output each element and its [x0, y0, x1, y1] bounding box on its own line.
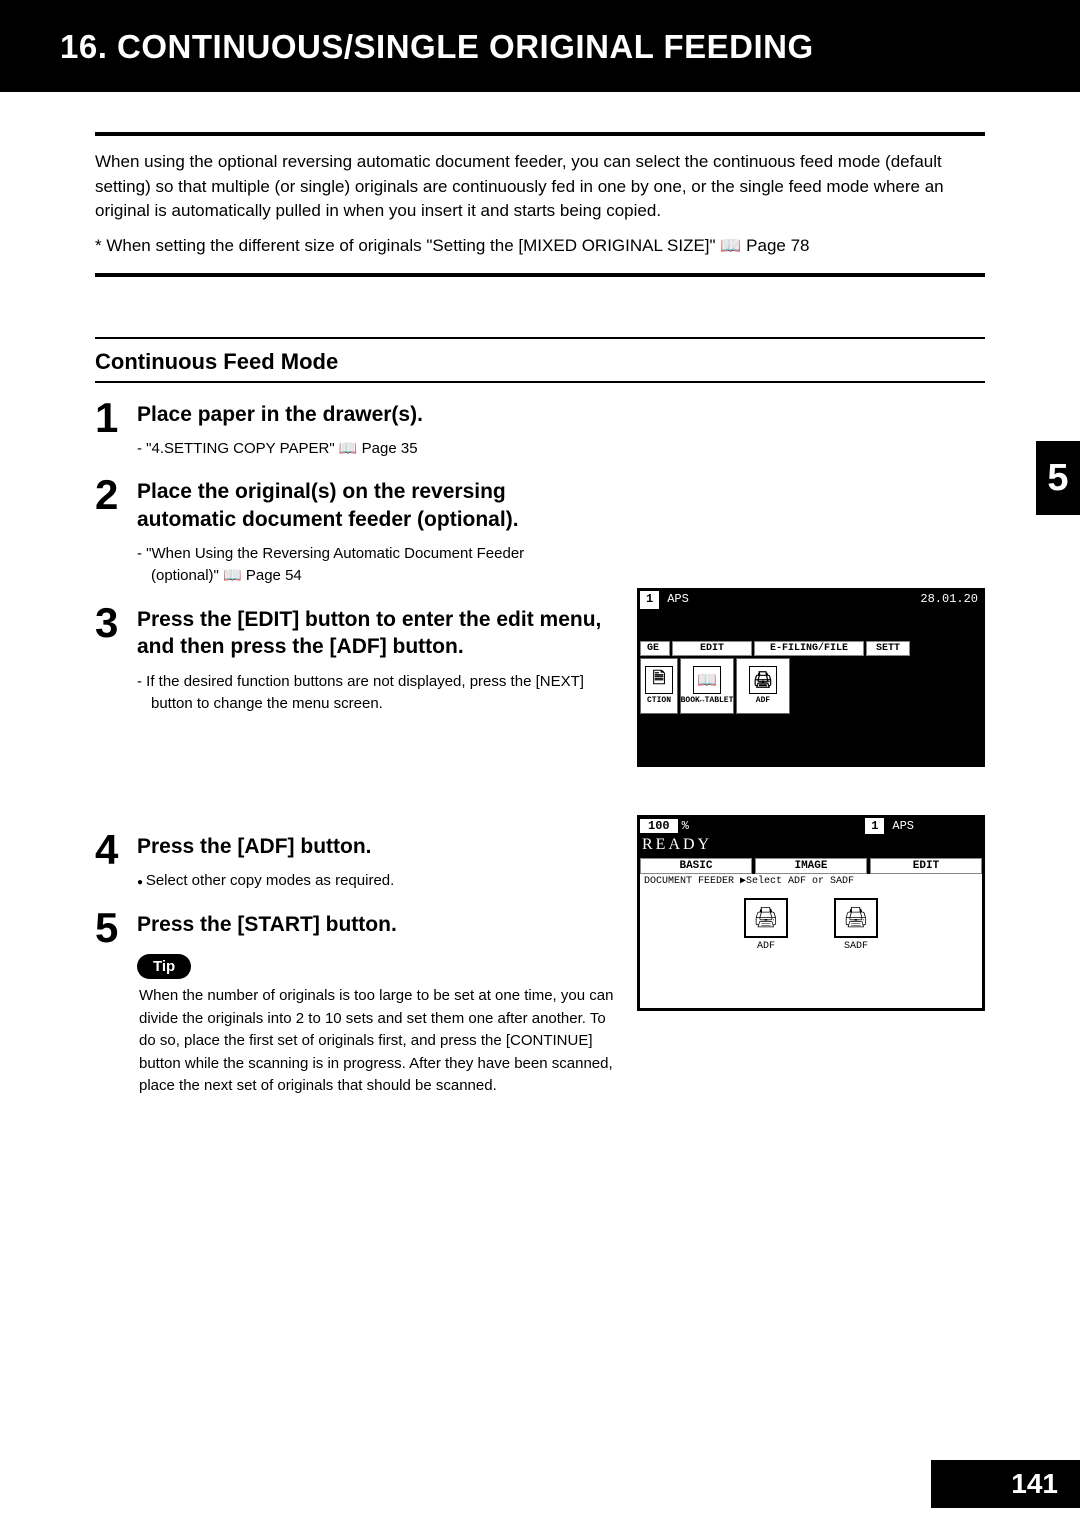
step-number: 4	[95, 829, 127, 871]
step-title: Press the [EDIT] button to enter the edi…	[137, 602, 619, 661]
sadf-icon: 🖨	[834, 898, 878, 938]
lcd-button-label: ADF	[757, 941, 775, 952]
lcd-button: 🖨 ADF	[736, 658, 790, 714]
lcd-badge: 1	[640, 591, 659, 609]
page-number: 141	[931, 1460, 1080, 1508]
step-title: Place paper in the drawer(s).	[137, 397, 985, 428]
section-heading: Continuous Feed Mode	[95, 337, 985, 383]
lcd-percent: 100	[640, 819, 678, 833]
step-number: 2	[95, 474, 127, 516]
tip-text: When the number of originals is too larg…	[139, 985, 619, 1098]
lcd-button-label: ADF	[756, 696, 770, 705]
step-title: Press the [ADF] button.	[137, 829, 619, 860]
step-number: 3	[95, 602, 127, 644]
lcd-button-label: CTION	[647, 696, 671, 705]
step-number: 1	[95, 397, 127, 439]
step-subtext: If the desired function buttons are not …	[151, 671, 619, 716]
step-subtext: "4.SETTING COPY PAPER" 📖 Page 35	[151, 438, 985, 461]
lcd-aps: APS	[663, 591, 693, 609]
lcd-ready: READY	[642, 836, 982, 854]
note-text: * When setting the different size of ori…	[95, 234, 985, 259]
step-subtext: Select other copy modes as required.	[151, 870, 619, 893]
lcd-tab: E-FILING/FILE	[754, 641, 864, 656]
lcd-tab: SETT	[866, 641, 910, 656]
step-2: 2 Place the original(s) on the reversing…	[95, 474, 985, 588]
lcd-adf-button: 🖨 ADF	[736, 898, 796, 952]
step-5: 5 Press the [START] button. Tip When the…	[95, 907, 619, 1098]
doc-icon: 🗎	[645, 666, 673, 694]
lcd-badge: 1	[865, 818, 884, 834]
lcd-sadf-button: 🖨 SADF	[826, 898, 886, 952]
step-title: Press the [START] button.	[137, 907, 619, 938]
page-content: When using the optional reversing automa…	[0, 92, 1080, 1098]
divider	[95, 132, 985, 136]
lcd-tab: BASIC	[640, 858, 752, 874]
lcd-tab: EDIT	[870, 858, 982, 874]
lcd-date: 28.01.20	[916, 591, 982, 609]
lcd-button-label: BOOK↔TABLET	[681, 696, 734, 705]
step-4: 4 Press the [ADF] button. Select other c…	[95, 829, 619, 893]
lcd-aps: APS	[888, 818, 918, 834]
step-1: 1 Place paper in the drawer(s). "4.SETTI…	[95, 397, 985, 461]
step-title: Place the original(s) on the reversing a…	[137, 474, 557, 533]
adf-icon: 🖨	[749, 666, 777, 694]
book-tablet-icon: 📖	[693, 666, 721, 694]
lcd-screenshot-1: 1 APS 28.01.20 GE EDIT E-FILING/FILE SET…	[637, 588, 985, 767]
lcd-tab: IMAGE	[755, 858, 867, 874]
tip-badge: Tip	[137, 954, 191, 979]
lcd-button-label: SADF	[844, 941, 868, 952]
page-title: 16. CONTINUOUS/SINGLE ORIGINAL FEEDING	[60, 28, 1020, 66]
lcd-status-line: DOCUMENT FEEDER ▶Select ADF or SADF	[640, 874, 982, 888]
lcd-button: 📖 BOOK↔TABLET	[680, 658, 734, 714]
lcd-percent-symbol: %	[682, 819, 689, 833]
chapter-tab: 5	[1036, 441, 1080, 515]
lcd-screenshot-2: 100 % 1 APS READY BASIC IMAGE EDIT DOCUM…	[637, 815, 985, 1011]
intro-text: When using the optional reversing automa…	[95, 150, 985, 224]
page-header: 16. CONTINUOUS/SINGLE ORIGINAL FEEDING	[0, 0, 1080, 92]
adf-icon: 🖨	[744, 898, 788, 938]
step-3: 3 Press the [EDIT] button to enter the e…	[95, 602, 619, 716]
lcd-button: 🗎 CTION	[640, 658, 678, 714]
lcd-tab: GE	[640, 641, 670, 656]
step-number: 5	[95, 907, 127, 949]
step-subtext: "When Using the Reversing Automatic Docu…	[151, 543, 557, 588]
divider	[95, 273, 985, 277]
lcd-tab: EDIT	[672, 641, 752, 656]
